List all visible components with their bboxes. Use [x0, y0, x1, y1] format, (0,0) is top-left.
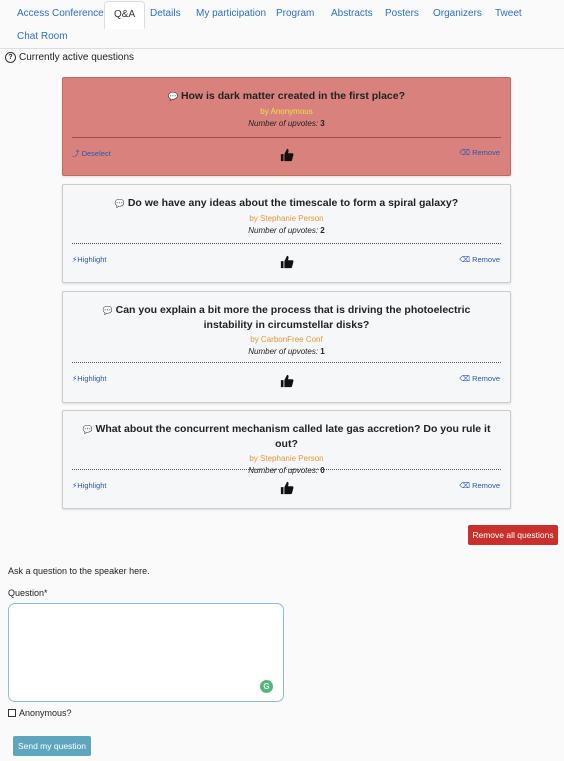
- deselect-button[interactable]: ⤴ Deselect: [72, 148, 111, 159]
- tab-access-conference[interactable]: Access Conference: [17, 8, 104, 19]
- question-card: 💬 Do we have any ideas about the timescal…: [62, 184, 511, 283]
- question-text: 💬 What about the concurrent mechanism cal…: [82, 423, 491, 450]
- highlight-button[interactable]: ⚡︎Highlight: [72, 481, 106, 490]
- question-text: 💬 How is dark matter created in the first…: [167, 90, 406, 102]
- eraser-icon: ⌫: [459, 374, 470, 383]
- remove-button[interactable]: ⌫ Remove: [459, 374, 500, 383]
- divider: [72, 362, 501, 363]
- question-circle-icon: ?: [5, 52, 16, 63]
- tab-chat-room[interactable]: Chat Room: [17, 31, 68, 42]
- anonymous-checkbox[interactable]: [8, 709, 16, 717]
- question-author: by Stephanie Person: [249, 454, 324, 463]
- question-author: by Stephanie Person: [249, 214, 324, 223]
- send-question-button[interactable]: Send my question: [13, 736, 91, 756]
- upvote-count: Number of upvotes: 1: [248, 347, 325, 356]
- comment-icon: 💬: [114, 199, 125, 208]
- grammarly-icon[interactable]: G: [260, 680, 273, 693]
- upvote-count: Number of upvotes: 3: [248, 119, 325, 128]
- tab-program[interactable]: Program: [276, 8, 314, 19]
- comment-icon: 💬: [167, 92, 178, 101]
- question-card: 💬 Can you explain a bit more the process …: [62, 291, 511, 403]
- thumbs-up-icon[interactable]: [280, 481, 294, 495]
- question-text: 💬 Do we have any ideas about the timescal…: [114, 197, 459, 209]
- tab-tweet[interactable]: Tweet: [495, 8, 522, 19]
- divider: [72, 469, 501, 470]
- remove-button[interactable]: ⌫ Remove: [459, 148, 500, 157]
- question-author: by CarbonFree Conf: [250, 335, 323, 344]
- comment-icon: 💬: [82, 425, 93, 434]
- thumbs-up-icon[interactable]: [280, 255, 294, 269]
- remove-button[interactable]: ⌫ Remove: [459, 481, 500, 490]
- deselect-icon: ⤴: [72, 149, 80, 158]
- tab-details[interactable]: Details: [150, 8, 181, 19]
- section-title: ? Currently active questions: [5, 52, 134, 63]
- tab-posters[interactable]: Posters: [385, 8, 419, 19]
- tab-organizers[interactable]: Organizers: [433, 8, 482, 19]
- highlight-button[interactable]: ⚡︎Highlight: [72, 255, 106, 264]
- highlight-button[interactable]: ⚡︎Highlight: [72, 374, 106, 383]
- question-text: 💬 Can you explain a bit more the process …: [102, 304, 471, 331]
- divider: [72, 243, 501, 244]
- thumbs-up-icon[interactable]: [280, 374, 294, 388]
- eraser-icon: ⌫: [459, 255, 470, 264]
- question-author: by Anonymous: [260, 107, 313, 116]
- question-field-label: Question*: [8, 588, 48, 598]
- tab-abstracts[interactable]: Abstracts: [331, 8, 373, 19]
- nav-tabs: Access Conference Q&A Details My partici…: [0, 0, 564, 49]
- section-title-text: Currently active questions: [19, 52, 135, 63]
- comment-icon: 💬: [102, 306, 113, 315]
- eraser-icon: ⌫: [459, 481, 470, 490]
- remove-button[interactable]: ⌫ Remove: [459, 255, 500, 264]
- remove-all-questions-button[interactable]: Remove all questions: [468, 525, 558, 545]
- upvote-count: Number of upvotes: 0: [248, 466, 325, 475]
- upvote-count: Number of upvotes: 2: [248, 226, 325, 235]
- tab-qa[interactable]: Q&A: [104, 1, 146, 29]
- eraser-icon: ⌫: [459, 148, 470, 157]
- thumbs-up-icon[interactable]: [280, 148, 294, 162]
- question-card: 💬 What about the concurrent mechanism cal…: [62, 410, 511, 509]
- divider: [72, 137, 501, 138]
- anonymous-label: Anonymous?: [19, 708, 72, 718]
- question-card: 💬 How is dark matter created in the first…: [62, 77, 511, 176]
- anonymous-option: Anonymous?: [8, 708, 72, 718]
- question-input[interactable]: [8, 603, 284, 702]
- tab-my-participation[interactable]: My participation: [196, 8, 266, 19]
- ask-prompt: Ask a question to the speaker here.: [8, 566, 150, 576]
